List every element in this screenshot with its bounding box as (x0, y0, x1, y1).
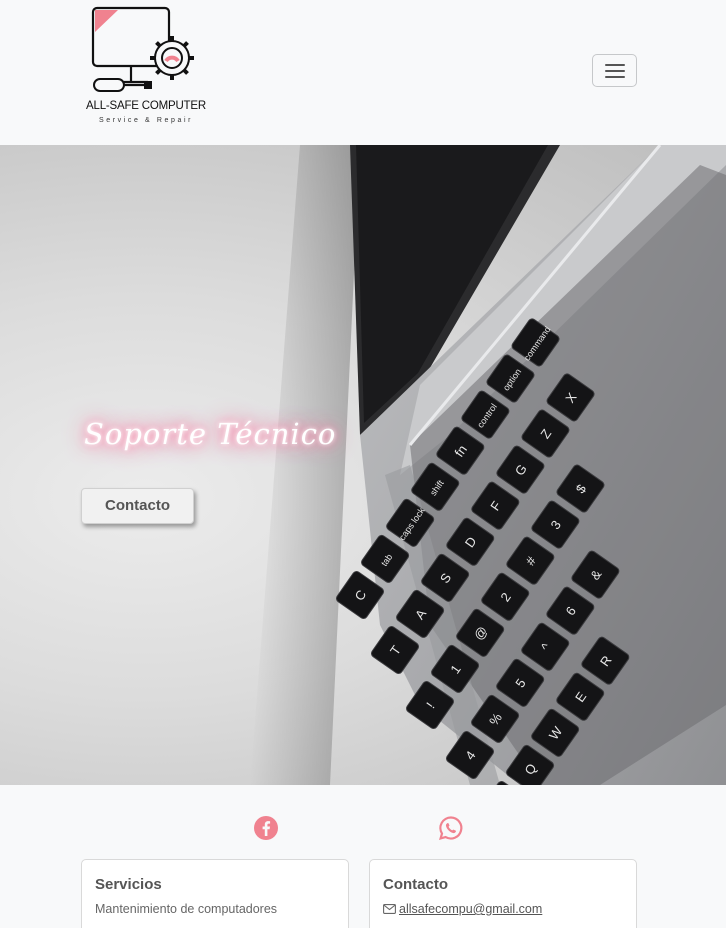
contact-email-link[interactable]: allsafecompu@gmail.com (399, 902, 542, 916)
hero-title: Soporte Técnico (84, 417, 337, 451)
services-item: Mantenimiento de computadores (95, 902, 278, 916)
brand-tagline: Service & Repair (98, 117, 194, 124)
computer-repair-logo-icon (91, 6, 194, 92)
contact-card: Contacto allsafecompu@gmail.com (369, 859, 637, 928)
envelope-icon (383, 904, 396, 914)
navbar-toggle-button[interactable] (592, 54, 637, 87)
services-card: Servicios Mantenimiento de computadores (81, 859, 349, 928)
whatsapp-icon[interactable] (438, 815, 464, 841)
contact-button[interactable]: Contacto (81, 488, 194, 524)
facebook-icon[interactable] (253, 815, 279, 841)
contact-email-row: allsafecompu@gmail.com (383, 902, 542, 916)
hamburger-menu-icon (605, 64, 625, 66)
hero-banner: !1@2#3$4%5^6&7QWERTASDFGZXCtabcaps locks… (0, 145, 726, 785)
brand-logo[interactable]: ALL-SAFE COMPUTER Service & Repair (86, 6, 206, 128)
laptop-keyboard-photo: !1@2#3$4%5^6&7QWERTASDFGZXCtabcaps locks… (250, 145, 726, 785)
brand-name: ALL-SAFE COMPUTER (86, 100, 206, 112)
contact-card-title: Contacto (383, 876, 448, 893)
services-card-title: Servicios (95, 876, 162, 893)
navbar: ALL-SAFE COMPUTER Service & Repair (0, 0, 726, 145)
